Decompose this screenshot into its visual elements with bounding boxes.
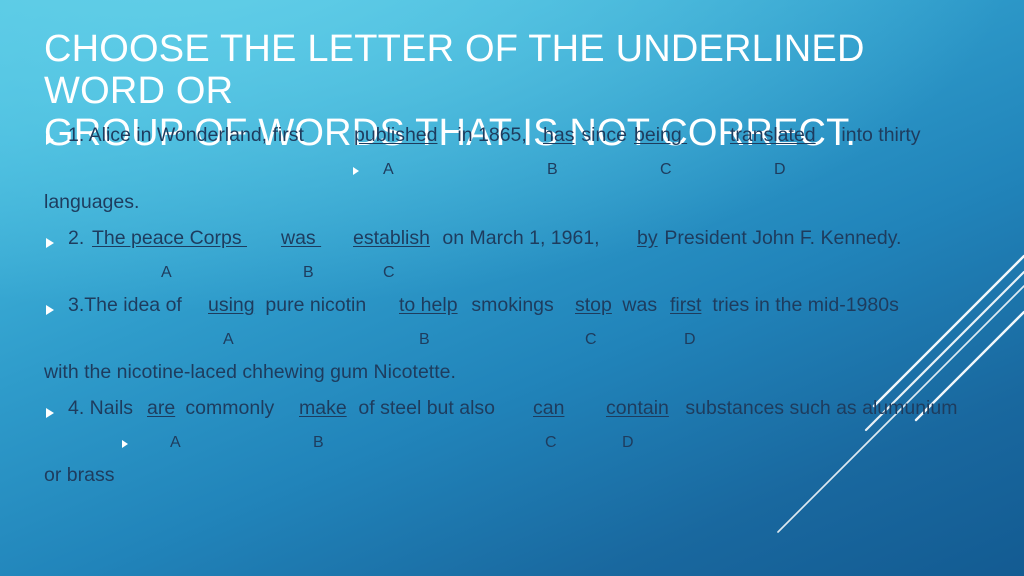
q2-text-1: 2.	[68, 227, 90, 249]
slide-canvas: CHOOSE THE LETTER OF THE UNDERLINED WORD…	[0, 0, 1024, 576]
q2-underline-d: by	[637, 227, 658, 249]
q3-text-1: 3.The idea of	[68, 294, 188, 316]
answer-label-a: A	[223, 331, 234, 348]
q4-underline-b: make	[299, 397, 347, 419]
q2-underline-a: The peace Corps	[92, 227, 248, 249]
question-1-continuation: languages.	[0, 191, 1024, 229]
bullet-icon	[122, 440, 128, 448]
question-2-answers: A B C	[0, 263, 1024, 296]
q4-text-3: of steel but also	[353, 397, 501, 419]
q1-underline-a: published	[354, 124, 438, 146]
q1-underline-c: being	[634, 124, 688, 146]
q2-underline-c: establish	[353, 227, 430, 249]
q3-underline-d: first	[670, 294, 702, 316]
q3-text-2: pure nicotin	[260, 294, 372, 316]
question-3-continuation: with the nicotine-laced chhewing gum Nic…	[0, 361, 1024, 399]
q2-text-2: on March 1, 1961,	[437, 227, 606, 249]
q4-underline-a: are	[147, 397, 176, 419]
answer-label-d: D	[684, 331, 696, 348]
q4-continuation-text: or brass	[44, 464, 115, 486]
answer-label-c: C	[660, 161, 672, 178]
q4-underline-d: contain	[606, 397, 669, 419]
q2-underline-b: was	[281, 227, 322, 249]
question-4-continuation: or brass	[0, 464, 1024, 502]
bullet-icon	[46, 238, 54, 248]
answer-label-b: B	[419, 331, 430, 348]
answer-label-d: D	[774, 161, 786, 178]
q4-text-4: substances such as alumunium	[680, 397, 958, 419]
q4-underline-c: can	[533, 397, 565, 419]
answer-label-a: A	[383, 161, 394, 178]
question-1-line: 1. Alice in Wonderland, first published …	[0, 124, 1024, 160]
q1-text-3: since	[576, 124, 633, 146]
q1-text-2: in 1865,	[452, 124, 533, 146]
q3-text-4: was	[617, 294, 663, 316]
question-2-line: 2. The peace Corps was establish on Marc…	[0, 227, 1024, 263]
q3-text-3: smokings	[466, 294, 560, 316]
slide-body: 1. Alice in Wonderland, first published …	[0, 124, 1024, 502]
q1-text-4: into thirty	[836, 124, 921, 146]
question-3-answers: A B C D	[0, 330, 1024, 363]
q1-continuation-text: languages.	[44, 191, 140, 213]
question-3-line: 3.The idea of using pure nicotin to help…	[0, 294, 1024, 330]
bullet-icon	[46, 305, 54, 315]
answer-label-c: C	[545, 434, 557, 451]
answer-label-b: B	[303, 264, 314, 281]
bullet-icon	[46, 135, 54, 145]
answer-label-c: C	[585, 331, 597, 348]
q4-text-2: commonly	[180, 397, 280, 419]
answer-label-d: D	[622, 434, 634, 451]
bullet-icon	[46, 408, 54, 418]
q3-text-5: tries in the mid-1980s	[707, 294, 899, 316]
q3-underline-c: stop	[575, 294, 612, 316]
question-4-answers: A B C D	[0, 433, 1024, 466]
answer-label-a: A	[170, 434, 181, 451]
question-1-answers: A B C D	[0, 160, 1024, 193]
answer-label-c: C	[383, 264, 395, 281]
answer-label-a: A	[161, 264, 172, 281]
answer-label-b: B	[547, 161, 558, 178]
q2-text-3: President John F. Kennedy.	[659, 227, 902, 249]
q3-underline-b: to help	[399, 294, 458, 316]
answer-label-b: B	[313, 434, 324, 451]
q3-underline-a: using	[208, 294, 255, 316]
bullet-icon	[353, 167, 359, 175]
q3-continuation-text: with the nicotine-laced chhewing gum Nic…	[44, 361, 456, 383]
q1-underline-d: translated	[730, 124, 816, 146]
q1-text-1: 1. Alice in Wonderland, first	[68, 124, 310, 146]
q1-underline-b: has	[543, 124, 575, 146]
q4-text-1: 4. Nails	[68, 397, 139, 419]
question-4-line: 4. Nails are commonly make of steel but …	[0, 397, 1024, 433]
